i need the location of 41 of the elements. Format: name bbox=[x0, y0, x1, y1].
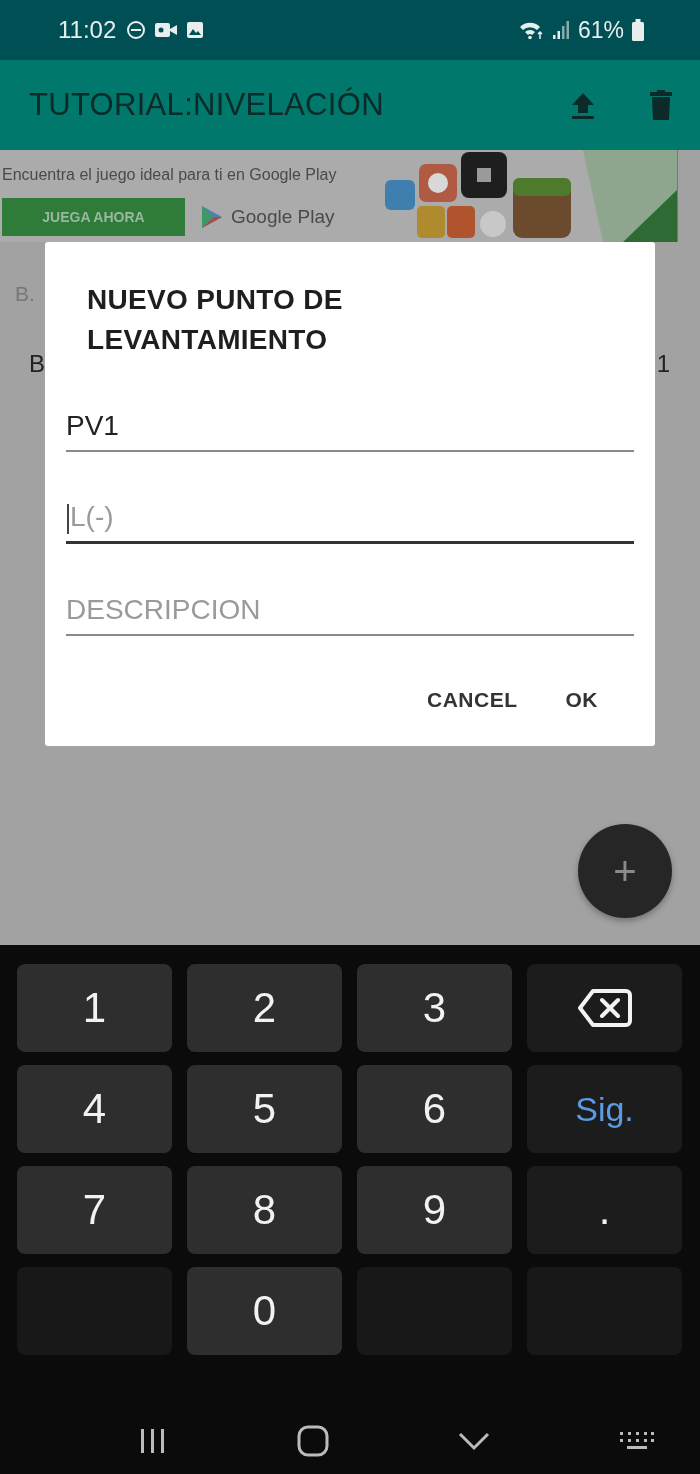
key[interactable]: 7 bbox=[17, 1166, 172, 1254]
key[interactable]: 9 bbox=[357, 1166, 512, 1254]
signal-icon bbox=[551, 20, 570, 40]
input-field[interactable]: DESCRIPCION bbox=[66, 594, 634, 636]
play-triangle-icon bbox=[201, 205, 223, 229]
key[interactable]: 3 bbox=[357, 964, 512, 1052]
key[interactable]: 0 bbox=[187, 1267, 342, 1355]
input-field[interactable]: PV1 bbox=[66, 410, 634, 452]
home-icon[interactable] bbox=[297, 1425, 329, 1457]
list-item-text: 1 bbox=[656, 350, 670, 378]
app-title: TUTORIAL:NIVELACIÓN bbox=[29, 87, 384, 123]
image-icon bbox=[186, 21, 205, 39]
key[interactable]: 5 bbox=[187, 1065, 342, 1153]
key[interactable]: 4 bbox=[17, 1065, 172, 1153]
add-button[interactable]: + bbox=[578, 824, 672, 918]
backspace-icon bbox=[576, 988, 633, 1028]
key[interactable]: . bbox=[527, 1166, 682, 1254]
keyboard-icon[interactable] bbox=[619, 1431, 655, 1451]
next-key[interactable]: Sig. bbox=[527, 1065, 682, 1153]
text-cursor bbox=[67, 504, 69, 534]
do-not-disturb-icon bbox=[126, 20, 147, 40]
key[interactable]: 1 bbox=[17, 964, 172, 1052]
battery-percent: 61% bbox=[577, 16, 624, 44]
chevron-down-icon[interactable] bbox=[458, 1431, 490, 1451]
clock-time: 11:02 bbox=[58, 16, 117, 44]
ad-headline: Encuentra el juego ideal para ti en Google Play bbox=[2, 166, 337, 184]
cancel-button[interactable]: CANCEL bbox=[405, 676, 540, 724]
key[interactable]: 2 bbox=[187, 964, 342, 1052]
list-item-text: B bbox=[29, 350, 45, 378]
key[interactable]: 6 bbox=[357, 1065, 512, 1153]
ok-button[interactable]: OK bbox=[543, 676, 620, 724]
backspace-key[interactable] bbox=[527, 964, 682, 1052]
ad-banner[interactable]: Encuentra el juego ideal para ti en Google Play JUEGA AHORA Google Play bbox=[0, 150, 678, 242]
input-field[interactable]: L(-) bbox=[66, 501, 634, 544]
battery-icon bbox=[632, 19, 644, 41]
trash-icon[interactable] bbox=[650, 90, 672, 120]
upload-icon[interactable] bbox=[570, 91, 596, 119]
dialog-title: NUEVO PUNTO DE LEVANTAMIENTO bbox=[86, 283, 344, 357]
key[interactable]: 8 bbox=[187, 1166, 342, 1254]
store-name: Google Play bbox=[231, 206, 335, 228]
video-camera-icon bbox=[154, 21, 179, 39]
